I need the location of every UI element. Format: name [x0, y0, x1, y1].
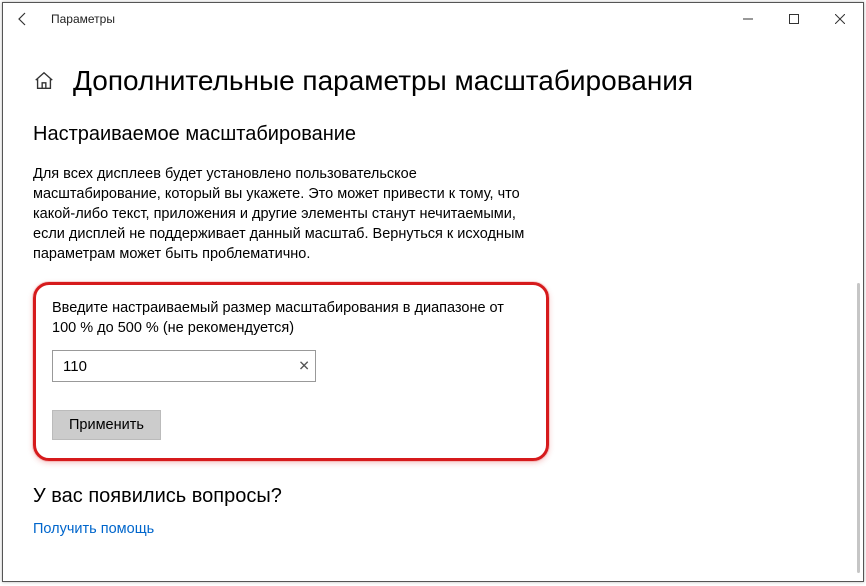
maximize-button[interactable]: [771, 3, 817, 35]
home-icon[interactable]: [33, 70, 55, 92]
close-button[interactable]: [817, 3, 863, 35]
page-title: Дополнительные параметры масштабирования: [73, 65, 693, 97]
clear-input-icon[interactable]: ✕: [298, 358, 310, 375]
scrollbar[interactable]: [857, 283, 860, 573]
section-title: Настраиваемое масштабирование: [33, 123, 833, 146]
apply-button[interactable]: Применить: [52, 410, 161, 440]
section-description: Для всех дисплеев будет установлено поль…: [33, 164, 533, 264]
help-question-title: У вас появились вопросы?: [33, 485, 833, 508]
get-help-link[interactable]: Получить помощь: [33, 521, 154, 537]
minimize-button[interactable]: [725, 3, 771, 35]
window-title: Параметры: [51, 12, 115, 26]
back-button[interactable]: [3, 3, 43, 35]
custom-scaling-highlight: Введите настраиваемый размер масштабиров…: [33, 282, 549, 461]
scaling-input[interactable]: [52, 350, 316, 382]
scaling-input-label: Введите настраиваемый размер масштабиров…: [52, 299, 530, 338]
